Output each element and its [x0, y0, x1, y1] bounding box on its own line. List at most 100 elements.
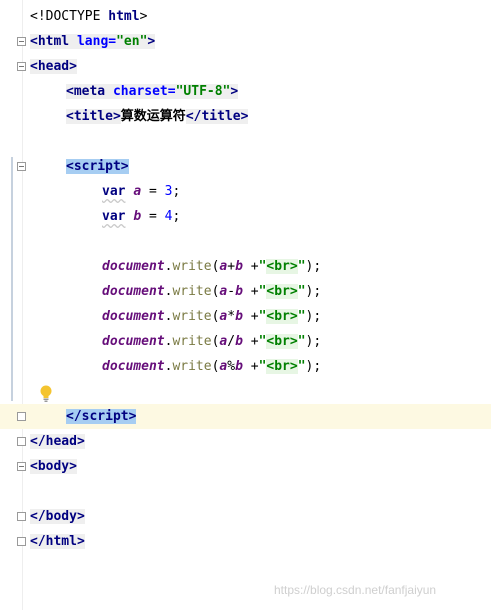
tag-name: title — [73, 109, 113, 124]
tag-bracket: </ — [30, 534, 46, 549]
paren-close: ); — [305, 259, 322, 274]
document-object: document — [102, 334, 165, 349]
tag-name: meta — [73, 84, 106, 99]
doctype-prefix: <!DOCTYPE — [30, 9, 109, 24]
script-close-tag: </script> — [66, 409, 137, 424]
code-line-html-close[interactable]: </html> — [30, 529, 85, 554]
tag-bracket: </ — [185, 109, 202, 124]
attr-eq: = — [167, 84, 176, 99]
fold-marker-icon[interactable] — [17, 37, 26, 46]
tag-bracket: </ — [30, 509, 46, 524]
tag-bracket: < — [30, 34, 38, 49]
lightbulb-icon[interactable] — [40, 385, 52, 403]
paren-close: ); — [305, 284, 322, 299]
string-quote: " — [297, 309, 306, 324]
variable-b: b — [235, 334, 243, 349]
code-line-write-mod[interactable]: document.write(a%b +"<br>"); — [102, 354, 321, 379]
write-method: write — [172, 334, 212, 349]
br-string: <br> — [266, 334, 298, 349]
attr-value: "UTF-8" — [175, 84, 231, 99]
body-open-tag: <body> — [30, 459, 77, 474]
code-line-write-add[interactable]: document.write(a+b +"<br>"); — [102, 254, 321, 279]
attr-name: charset — [105, 84, 168, 99]
tag-bracket: > — [230, 84, 239, 99]
tag-bracket: < — [30, 59, 38, 74]
tag-bracket: < — [66, 159, 74, 174]
var-keyword: var — [102, 184, 126, 199]
attr-eq: = — [108, 34, 117, 49]
tag-bracket: </ — [66, 409, 82, 424]
tag-bracket: > — [112, 109, 121, 124]
concat-operator: + — [242, 359, 259, 374]
semicolon: ; — [172, 184, 181, 199]
concat-operator: + — [242, 284, 259, 299]
code-line-head-open[interactable]: <head> — [30, 54, 77, 79]
tag-bracket: > — [120, 159, 129, 174]
tag-bracket: </ — [30, 434, 46, 449]
title-close-tag: </title> — [185, 109, 249, 124]
code-line-body-open[interactable]: <body> — [30, 454, 77, 479]
operator: % — [227, 359, 236, 374]
code-line-write-div[interactable]: document.write(a/b +"<br>"); — [102, 329, 321, 354]
head-close-tag: </head> — [30, 434, 85, 449]
code-line-write-sub[interactable]: document.write(a-b +"<br>"); — [102, 279, 321, 304]
tag-name: body — [45, 509, 77, 524]
br-string: <br> — [266, 309, 298, 324]
html-close-tag: </html> — [30, 534, 85, 549]
meta-tag: <meta charset="UTF-8"> — [66, 84, 239, 99]
operator: / — [227, 334, 236, 349]
variable-b: b — [235, 359, 243, 374]
code-line-html-open[interactable]: <html lang="en"> — [30, 29, 156, 54]
fold-marker-icon[interactable] — [17, 162, 26, 171]
tag-bracket: > — [76, 534, 85, 549]
br-string: <br> — [266, 259, 298, 274]
code-line-head-close[interactable]: </head> — [30, 429, 85, 454]
html-open-tag: <html lang="en"> — [30, 34, 156, 49]
code-line-doctype[interactable]: <!DOCTYPE html> — [30, 4, 147, 29]
var-keyword: var — [102, 209, 126, 224]
code-editor[interactable]: <!DOCTYPE html> <html lang="en"> <head> … — [0, 0, 491, 610]
code-line-write-mul[interactable]: document.write(a*b +"<br>"); — [102, 304, 321, 329]
tag-name: html — [37, 34, 70, 49]
head-open-tag: <head> — [30, 59, 77, 74]
write-method: write — [172, 359, 212, 374]
attr-value: "en" — [116, 34, 148, 49]
operator: - — [227, 284, 236, 299]
string-quote: " — [297, 259, 306, 274]
write-method: write — [172, 284, 212, 299]
code-line-script-close[interactable]: </script> — [66, 404, 137, 429]
code-line-script-open[interactable]: <script> — [66, 154, 129, 179]
string-quote: " — [297, 284, 306, 299]
variable-b: b — [235, 309, 243, 324]
fold-marker-icon[interactable] — [17, 62, 26, 71]
fold-marker-icon[interactable] — [17, 462, 26, 471]
concat-operator: + — [242, 309, 259, 324]
code-line-title[interactable]: <title>算数运算符</title> — [66, 104, 249, 129]
document-object: document — [102, 284, 165, 299]
fold-marker-icon[interactable] — [17, 412, 26, 421]
code-line-var-a[interactable]: var a = 3; — [102, 179, 180, 204]
fold-marker-icon[interactable] — [17, 512, 26, 521]
document-object: document — [102, 309, 165, 324]
code-line-var-b[interactable]: var b = 4; — [102, 204, 180, 229]
assign-operator: = — [141, 209, 165, 224]
br-string: <br> — [266, 359, 298, 374]
tag-name: body — [37, 459, 70, 474]
variable-b: b — [235, 259, 243, 274]
br-string: <br> — [266, 284, 298, 299]
watermark: https://blog.csdn.net/fanfjaiyun — [274, 583, 437, 597]
script-open-tag: <script> — [66, 159, 129, 174]
title-open-tag: <title> — [66, 109, 121, 124]
fold-marker-icon[interactable] — [17, 537, 26, 546]
code-line-body-close[interactable]: </body> — [30, 504, 85, 529]
doctype-suffix: > — [139, 9, 148, 24]
code-line-meta[interactable]: <meta charset="UTF-8"> — [66, 79, 239, 104]
paren-close: ); — [305, 334, 322, 349]
tag-name: head — [45, 434, 77, 449]
write-method: write — [172, 309, 212, 324]
tag-name: html — [45, 534, 77, 549]
tag-name: script — [73, 159, 121, 174]
variable-b: b — [235, 284, 243, 299]
paren-close: ); — [305, 309, 322, 324]
fold-marker-icon[interactable] — [17, 437, 26, 446]
